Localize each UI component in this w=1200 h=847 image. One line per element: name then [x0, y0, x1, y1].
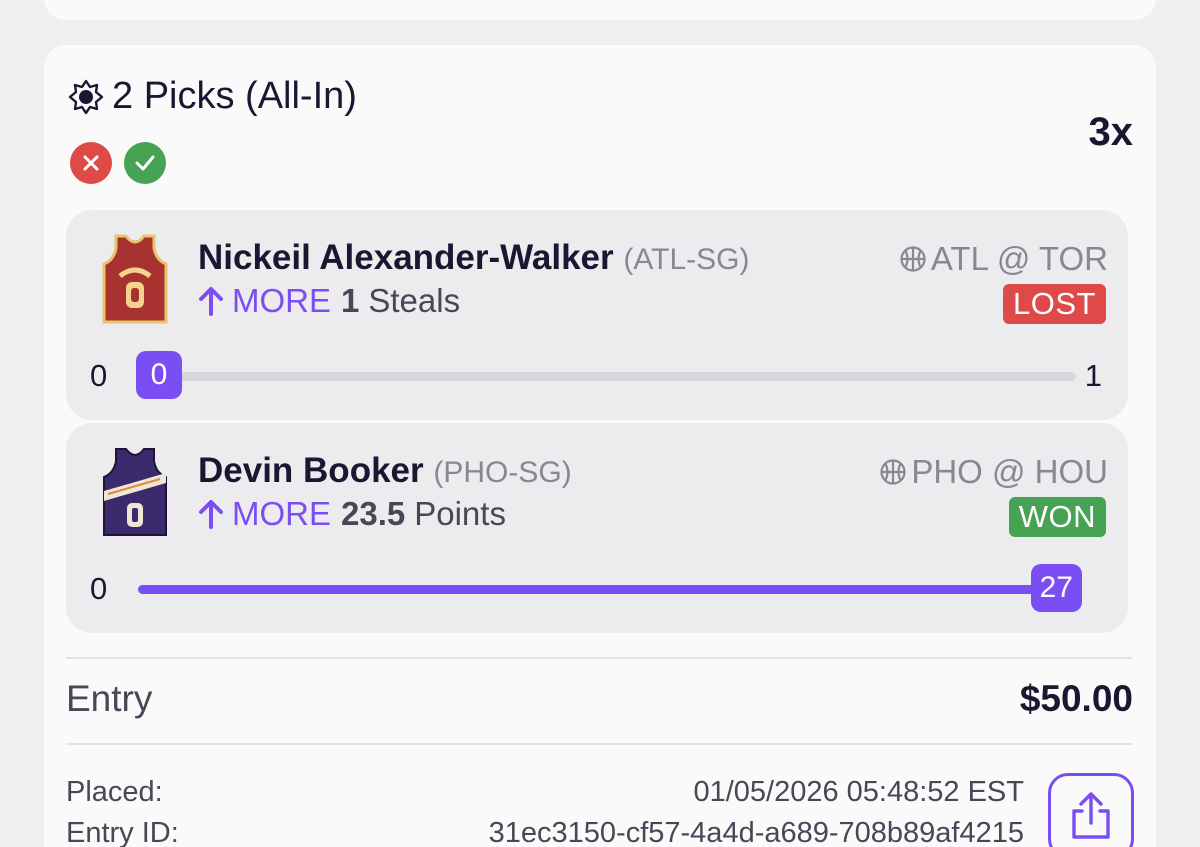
progress-thumb: 27: [1030, 564, 1082, 612]
stat-type: Steals: [368, 282, 461, 319]
progress-fill: [138, 585, 1076, 594]
status-badge: LOST: [1003, 284, 1106, 324]
line-value: 1: [341, 282, 360, 319]
range-low-label: 0: [90, 571, 108, 606]
game-matchup: ATL @ TOR: [899, 240, 1108, 278]
divider: [66, 743, 1132, 745]
x-icon: [83, 155, 99, 171]
player-name: Nickeil Alexander-Walker (ATL-SG): [198, 238, 750, 278]
placed-label: Placed:: [66, 776, 163, 808]
entry-label: Entry: [66, 678, 153, 719]
basketball-icon: [900, 246, 926, 272]
arrow-up-icon: [199, 500, 223, 529]
line-value: 23.5: [341, 495, 406, 532]
progress-track: 27: [138, 564, 1082, 612]
check-icon: [135, 155, 155, 171]
progress-thumb: 0: [136, 351, 182, 399]
pick-card[interactable]: Nickeil Alexander-Walker (ATL-SG) MORE 1…: [66, 210, 1128, 420]
pick-line: MORE 23.5 Points: [198, 495, 506, 533]
lost-result-badge: [70, 142, 112, 184]
direction-label: MORE: [232, 282, 331, 319]
player-name: Devin Booker (PHO-SG): [198, 451, 572, 491]
player-name-text: Nickeil Alexander-Walker: [198, 238, 614, 277]
share-icon: [1072, 792, 1110, 839]
share-button[interactable]: [1048, 773, 1134, 847]
stat-type: Points: [414, 495, 506, 532]
entry-card: 2 Picks (All-In) 3x Nickeil Alexander-Wa…: [44, 45, 1156, 847]
player-name-text: Devin Booker: [198, 451, 424, 490]
divider: [66, 657, 1132, 659]
entry-header: 2 Picks (All-In): [68, 75, 357, 118]
pick-line: MORE 1 Steals: [198, 282, 460, 320]
entry-amount: $50.00: [1019, 678, 1133, 719]
pick-results: [70, 142, 166, 184]
won-result-badge: [124, 142, 166, 184]
sun-icon: [68, 79, 104, 114]
jersey-icon: [102, 234, 168, 324]
player-position: (ATL-SG): [623, 243, 750, 276]
placed-timestamp: 01/05/2026 05:48:52 EST: [693, 776, 1024, 808]
previous-card: [44, 0, 1156, 20]
arrow-up-icon: [199, 287, 223, 316]
entry-id-value: 31ec3150-cf57-4a4d-a689-708b89af4215: [488, 817, 1024, 847]
basketball-icon: [880, 459, 906, 485]
status-badge: WON: [1008, 497, 1106, 537]
jersey-icon: [103, 448, 167, 536]
player-position: (PHO-SG): [433, 456, 572, 489]
range-low-label: 0: [90, 358, 108, 393]
direction-label: MORE: [232, 495, 331, 532]
matchup-text: PHO @ HOU: [911, 453, 1108, 490]
progress-track: 0: [136, 351, 1076, 399]
payout-multiplier: 3x: [1088, 110, 1134, 154]
entry-title: 2 Picks (All-In): [112, 75, 357, 117]
matchup-text: ATL @ TOR: [930, 240, 1108, 277]
pick-card[interactable]: Devin Booker (PHO-SG) MORE 23.5 Points P…: [66, 423, 1128, 633]
entry-id-label: Entry ID:: [66, 817, 179, 847]
game-matchup: PHO @ HOU: [879, 453, 1108, 491]
range-high-label: 1: [1084, 358, 1102, 393]
